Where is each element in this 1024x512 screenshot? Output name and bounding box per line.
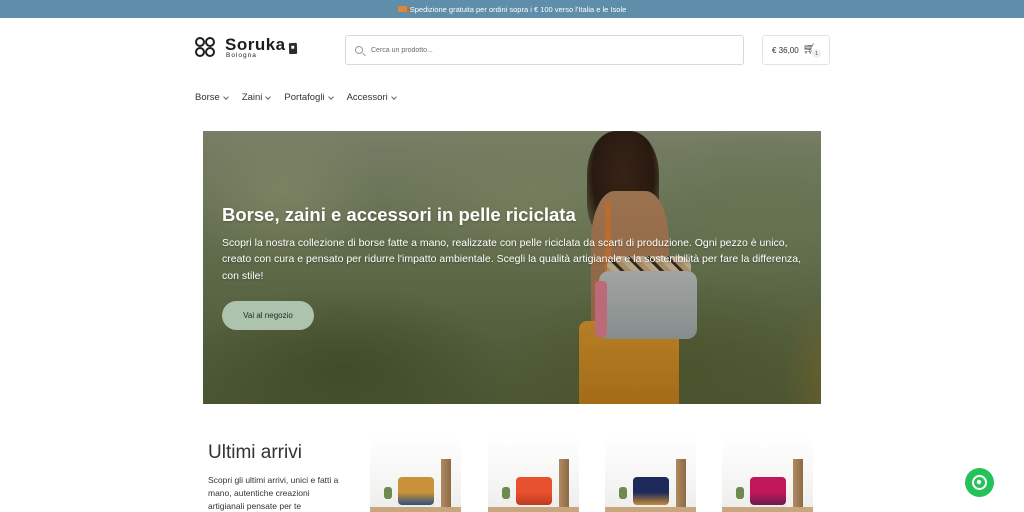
product-card[interactable] (722, 437, 813, 512)
product-image-bag (633, 477, 669, 505)
logo-mark-icon (195, 36, 217, 59)
product-image-shelf (488, 507, 579, 512)
product-card[interactable] (488, 437, 579, 512)
chevron-down-icon (390, 93, 397, 100)
cart-total: € 36,00 (772, 45, 799, 55)
whatsapp-chat-button[interactable] (965, 468, 994, 497)
product-image-plant (502, 487, 510, 499)
nav-item-label: Borse (195, 92, 220, 103)
product-image-shelf (370, 507, 461, 512)
product-card[interactable] (605, 437, 696, 512)
nav-item-label: Portafogli (284, 92, 325, 103)
product-image-plant (619, 487, 627, 499)
section-title: Ultimi arrivi (208, 442, 302, 463)
search-input[interactable] (371, 46, 731, 54)
chevron-down-icon (222, 93, 229, 100)
product-image-wood (793, 459, 803, 512)
nav-item-label: Zaini (241, 92, 263, 103)
product-image-bag (398, 477, 434, 505)
logo-text: Soruka Bologna (225, 36, 286, 60)
product-image-bag (516, 477, 552, 505)
product-image-plant (384, 487, 392, 499)
product-image-plant (736, 487, 744, 499)
whatsapp-icon (972, 475, 987, 490)
nav-item-borse[interactable]: Borse (195, 92, 229, 103)
cart-button[interactable]: € 36,00 🛒︎ 1 (762, 35, 830, 65)
site-logo[interactable]: Soruka Bologna ■ (195, 36, 297, 60)
search-icon (355, 46, 363, 54)
product-image-wood (441, 459, 451, 512)
section-description: Scopri gli ultimi arrivi, unici e fatti … (208, 475, 339, 512)
search-bar[interactable] (345, 35, 744, 65)
hero-description: Scopri la nostra collezione di borse fat… (222, 237, 802, 282)
chevron-down-icon (265, 93, 272, 100)
logo-name: Soruka (225, 35, 286, 54)
truck-icon (397, 6, 410, 12)
product-image-wood (676, 459, 686, 512)
nav-item-label: Accessori (346, 92, 388, 103)
main-nav: Borse Zaini Portafogli Accessori (195, 92, 397, 103)
announcement-bar: Spedizione gratuita per ordini sopra i €… (0, 0, 1024, 18)
product-image-bag (750, 477, 786, 505)
nav-item-accessori[interactable]: Accessori (346, 92, 397, 103)
hero-content: Borse, zaini e accessori in pelle ricicl… (222, 204, 802, 330)
product-image-shelf (722, 507, 813, 512)
cart-count-badge: 1 (812, 49, 821, 58)
hero-banner: Borse, zaini e accessori in pelle ricicl… (203, 131, 821, 404)
product-image-wood (559, 459, 569, 512)
hero-title: Borse, zaini e accessori in pelle ricicl… (222, 204, 576, 225)
announcement-text: Spedizione gratuita per ordini sopra i €… (409, 4, 627, 14)
nav-item-zaini[interactable]: Zaini (241, 92, 272, 103)
nav-item-portafogli[interactable]: Portafogli (284, 92, 334, 103)
shop-now-button[interactable]: Vai al negozio (222, 301, 314, 330)
chevron-down-icon (327, 93, 334, 100)
product-card[interactable] (370, 437, 461, 512)
logo-badge-icon: ■ (288, 43, 297, 55)
product-image-shelf (605, 507, 696, 512)
